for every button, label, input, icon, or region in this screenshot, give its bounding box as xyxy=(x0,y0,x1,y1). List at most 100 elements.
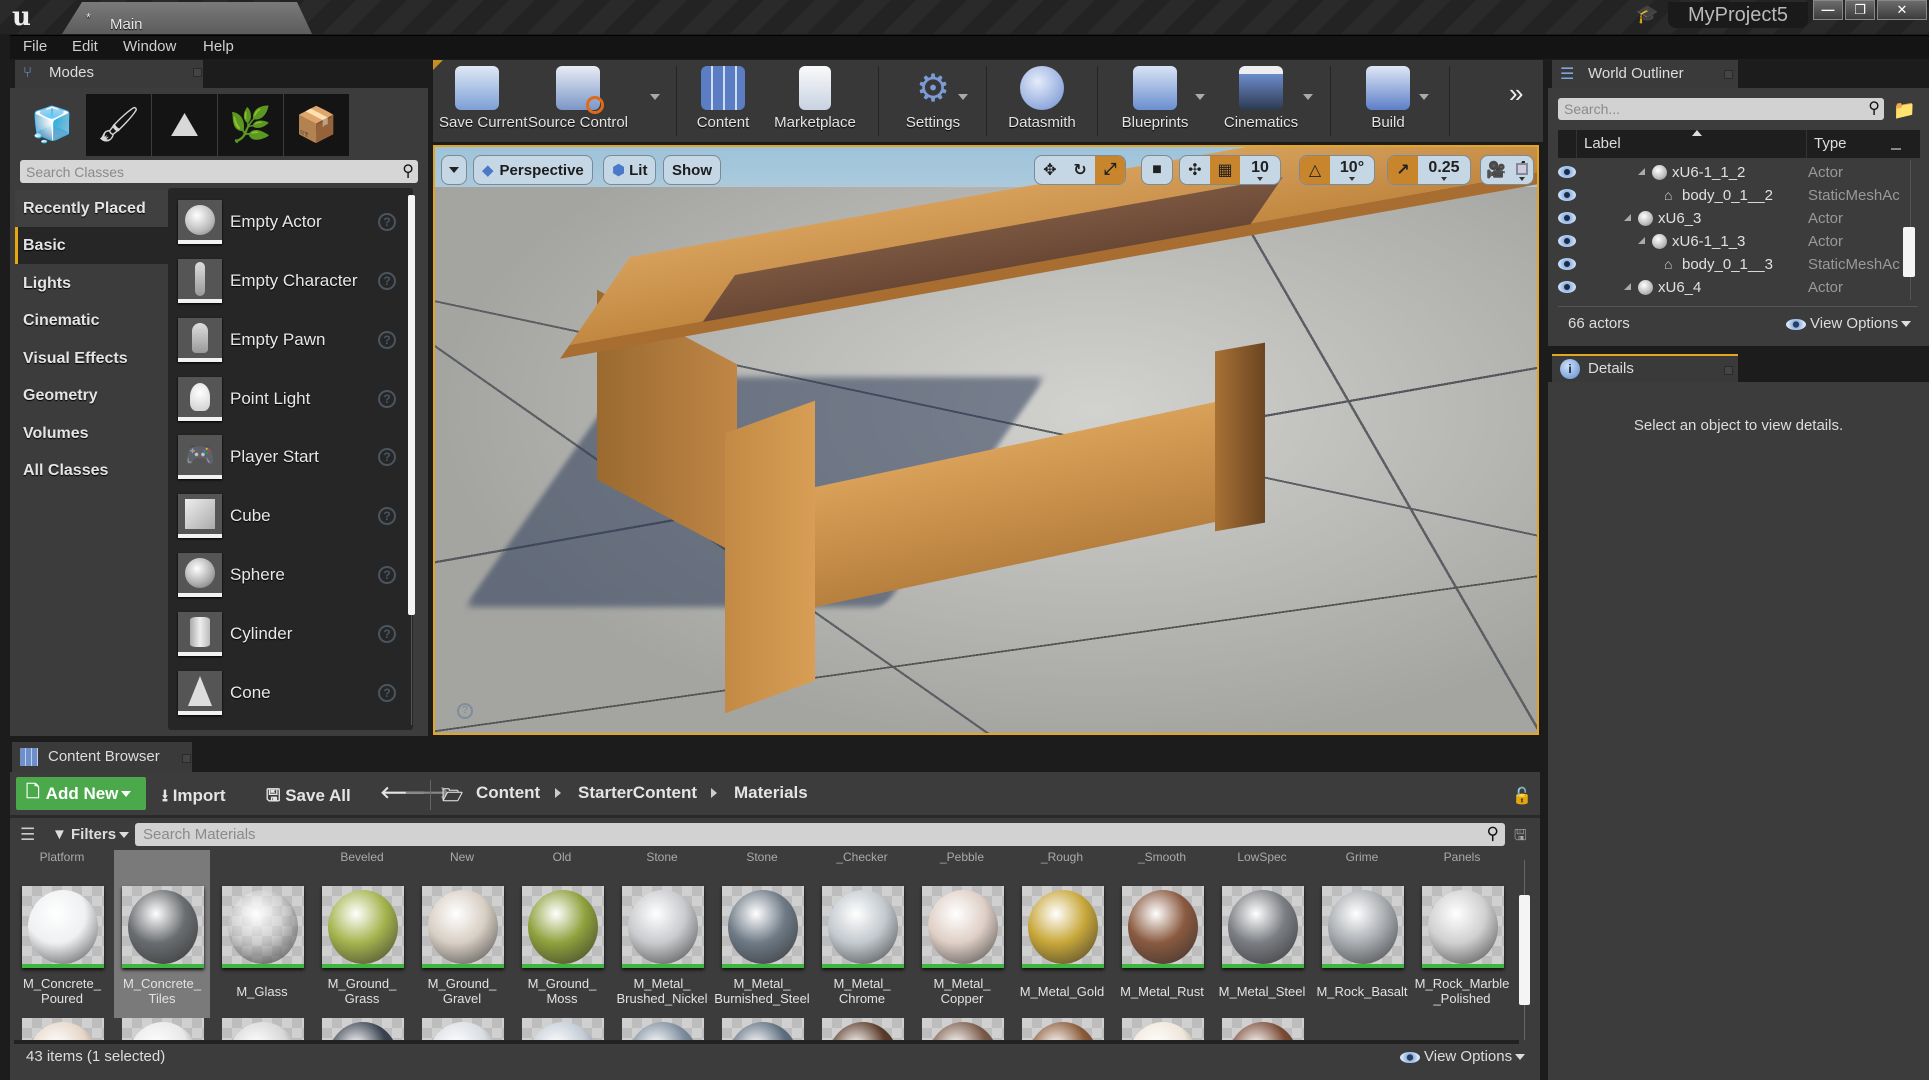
save-all-button[interactable]: 🖫 Save All xyxy=(266,783,351,812)
datasmith-button[interactable]: Datasmith xyxy=(995,62,1089,140)
viewport-options-button[interactable] xyxy=(441,155,467,185)
visibility-eye-icon[interactable] xyxy=(1558,212,1576,224)
outliner-row[interactable]: ⌂ body_0_1__2 StaticMeshAc xyxy=(1558,185,1908,208)
breadcrumb-separator-icon[interactable] xyxy=(555,788,561,798)
scale-snap-value[interactable]: 0.25 xyxy=(1418,156,1470,184)
scale-snap-icon[interactable]: ↗ xyxy=(1388,156,1418,184)
search-materials-field[interactable]: ⚲ xyxy=(135,823,1505,846)
maximize-viewport-icon[interactable] xyxy=(1516,163,1528,175)
perspective-button[interactable]: ◆ Perspective xyxy=(473,155,593,185)
menu-file[interactable]: File xyxy=(23,38,47,55)
cinematics-dropdown[interactable] xyxy=(1303,94,1313,100)
asset-tile[interactable] xyxy=(1222,1018,1304,1040)
type-column-menu-icon[interactable] xyxy=(1891,148,1901,150)
visibility-eye-icon[interactable] xyxy=(1558,189,1576,201)
help-icon[interactable]: ? xyxy=(378,331,396,349)
visibility-eye-icon[interactable] xyxy=(1558,281,1576,293)
lit-button[interactable]: ⬢ Lit xyxy=(603,155,657,185)
help-icon[interactable]: ? xyxy=(378,448,396,466)
paint-mode-button[interactable]: 🖌 xyxy=(86,94,151,156)
outliner-row[interactable]: xU6-1_1_3 Actor xyxy=(1558,231,1908,254)
help-icon[interactable]: ? xyxy=(378,625,396,643)
graduation-cap-icon[interactable]: 🎓 xyxy=(1636,4,1658,25)
help-icon[interactable]: ? xyxy=(378,272,396,290)
help-icon[interactable]: ? xyxy=(378,390,396,408)
translate-tool-icon[interactable]: ✥ xyxy=(1035,156,1065,184)
outliner-row[interactable]: xU6_4 Actor xyxy=(1558,277,1908,300)
details-tab[interactable]: i Details xyxy=(1552,354,1738,382)
asset-tile[interactable] xyxy=(822,1018,904,1040)
class-item-cube[interactable]: Cube ? xyxy=(178,494,398,544)
category-geometry[interactable]: Geometry xyxy=(15,377,168,414)
search-classes-field[interactable]: ⚲ xyxy=(20,160,418,183)
asset-scrollbar[interactable] xyxy=(1519,895,1530,1005)
source-control-dropdown[interactable] xyxy=(650,94,660,100)
search-materials-input[interactable] xyxy=(135,823,1465,846)
show-button[interactable]: Show xyxy=(663,155,721,185)
class-item-empty-character[interactable]: Empty Character ? xyxy=(178,259,398,309)
asset-tile[interactable] xyxy=(622,1018,704,1040)
build-dropdown[interactable] xyxy=(1419,94,1429,100)
save-current-button[interactable]: Save Current xyxy=(439,62,527,140)
breadcrumb-materials[interactable]: Materials xyxy=(734,783,808,803)
world-local-icon[interactable]: ✣ xyxy=(1180,156,1210,184)
toolbar-overflow-chevron-icon[interactable]: » xyxy=(1509,78,1523,109)
rotation-snap-icon[interactable]: △ xyxy=(1300,156,1330,184)
expand-triangle-icon[interactable] xyxy=(1624,214,1631,221)
unreal-logo-icon[interactable]: u xyxy=(12,3,42,31)
menu-edit[interactable]: Edit xyxy=(72,38,98,55)
content-browser-tab[interactable]: Content Browser xyxy=(12,742,192,772)
search-classes-input[interactable] xyxy=(20,160,380,183)
foliage-mode-button[interactable]: 🌿 xyxy=(218,94,283,156)
breadcrumb-startercontent[interactable]: StarterContent xyxy=(578,783,697,803)
asset-tile[interactable] xyxy=(1022,1018,1104,1040)
help-icon[interactable]: ? xyxy=(378,566,396,584)
outliner-scrollbar[interactable] xyxy=(1903,227,1915,277)
close-tab-icon[interactable] xyxy=(182,754,191,763)
asset-tile[interactable] xyxy=(422,1018,504,1040)
category-lights[interactable]: Lights xyxy=(15,265,168,302)
asset-tile[interactable] xyxy=(522,1018,604,1040)
asset-tile[interactable] xyxy=(122,1018,204,1040)
minimize-button[interactable]: — xyxy=(1813,0,1843,20)
outliner-search-input[interactable] xyxy=(1558,98,1848,120)
blueprints-button[interactable]: Blueprints xyxy=(1105,62,1205,140)
build-button[interactable]: Build xyxy=(1353,62,1423,140)
unlock-icon[interactable]: 🔓 xyxy=(1512,786,1532,806)
label-column-header[interactable]: Label xyxy=(1584,135,1621,152)
menu-help[interactable]: Help xyxy=(203,38,234,55)
category-all-classes[interactable]: All Classes xyxy=(15,452,168,489)
folder-open-icon[interactable]: 🗁 xyxy=(442,783,463,812)
surface-snap-button[interactable]: ■ xyxy=(1141,155,1173,185)
class-item-empty-pawn[interactable]: Empty Pawn ? xyxy=(178,318,398,368)
settings-button[interactable]: ⚙ Settings xyxy=(888,62,978,140)
outliner-row[interactable]: ⌂ body_0_1__3 StaticMeshAc xyxy=(1558,254,1908,277)
sources-panel-toggle-icon[interactable]: ☰ xyxy=(20,825,35,845)
class-list-scrollbar[interactable] xyxy=(408,195,415,615)
column-divider[interactable] xyxy=(1806,130,1807,158)
geometry-mode-button[interactable]: 📦 xyxy=(284,94,349,156)
visibility-eye-icon[interactable] xyxy=(1558,166,1576,178)
category-cinematic[interactable]: Cinematic xyxy=(15,302,168,339)
level-tab[interactable]: Main * xyxy=(62,2,312,34)
class-item-cylinder[interactable]: Cylinder ? xyxy=(178,612,398,662)
close-tab-icon[interactable] xyxy=(193,68,202,77)
class-item-player-start[interactable]: 🎮 Player Start ? xyxy=(178,435,398,485)
cinematics-button[interactable]: Cinematics xyxy=(1214,62,1308,140)
help-icon[interactable]: ? xyxy=(378,684,396,702)
visibility-eye-icon[interactable] xyxy=(1558,258,1576,270)
class-item-cone[interactable]: Cone ? xyxy=(178,671,398,721)
category-recently-placed[interactable]: Recently Placed xyxy=(15,190,168,227)
landscape-mode-button[interactable]: ⛰ xyxy=(152,94,217,156)
breadcrumb-separator-icon[interactable] xyxy=(711,788,717,798)
grid-snap-value[interactable]: 10 xyxy=(1240,156,1280,184)
scale-tool-icon[interactable]: ⤢ xyxy=(1095,156,1125,184)
visibility-eye-icon[interactable] xyxy=(1558,235,1576,247)
blueprints-dropdown[interactable] xyxy=(1195,94,1205,100)
help-icon[interactable]: ? xyxy=(378,507,396,525)
close-tab-icon[interactable] xyxy=(1724,70,1733,79)
modes-tab[interactable]: ⑂ Modes xyxy=(15,60,203,88)
breadcrumb-content[interactable]: Content xyxy=(476,783,540,803)
content-button[interactable]: Content xyxy=(685,62,761,140)
rotate-tool-icon[interactable]: ↻ xyxy=(1065,156,1095,184)
